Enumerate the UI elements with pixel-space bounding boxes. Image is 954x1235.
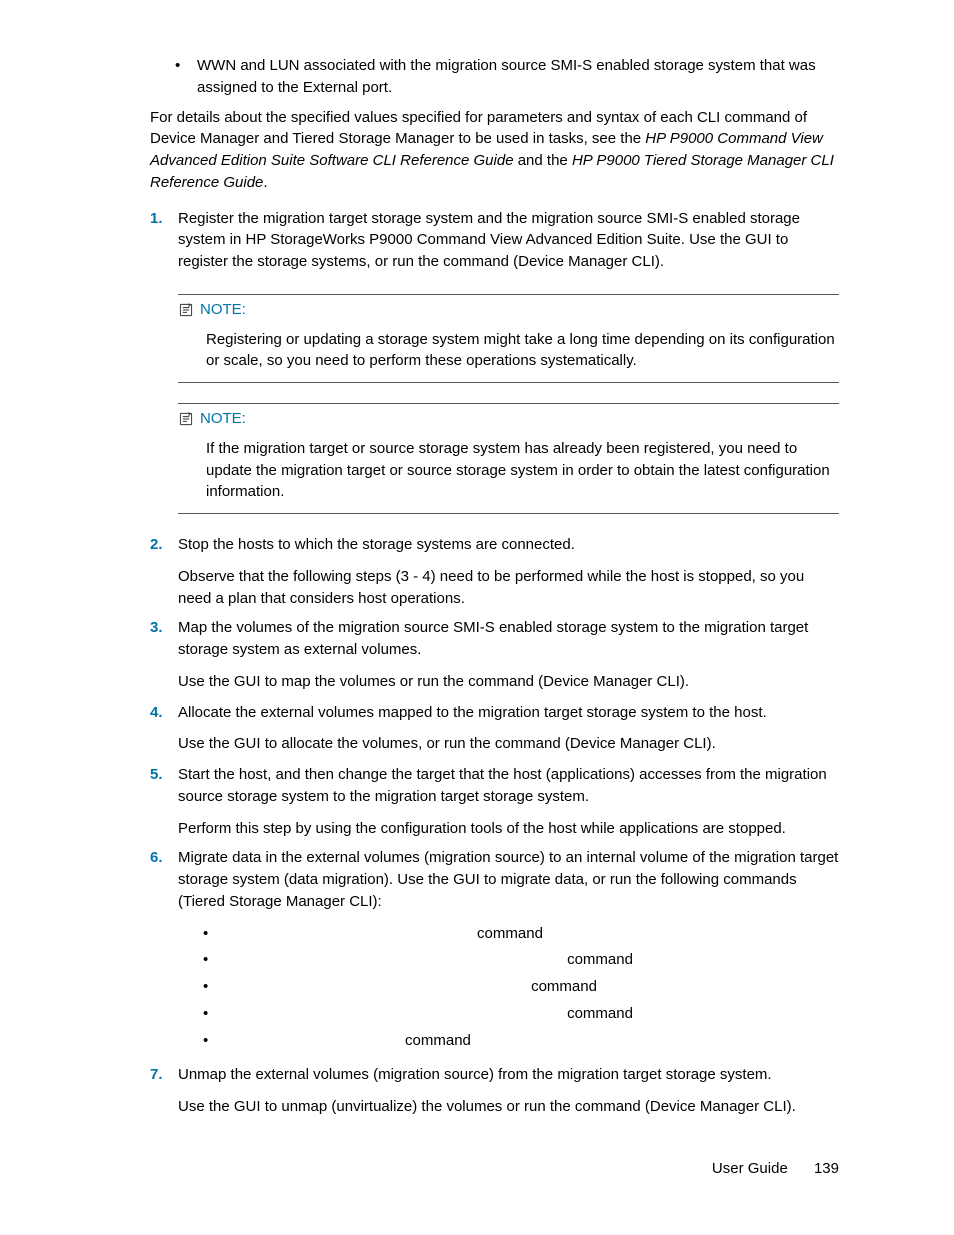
step-5: 5. Start the host, and then change the t… — [150, 764, 839, 839]
page-number: 139 — [814, 1160, 839, 1177]
note-rule-bottom — [178, 382, 839, 383]
bullet-dot: • — [203, 949, 225, 971]
note1-body: Registering or updating a storage system… — [206, 329, 839, 373]
cmd-pad — [225, 1004, 567, 1026]
step-2: 2. Stop the hosts to which the storage s… — [150, 534, 839, 609]
step1-suffix: command (Device Manager CLI). — [443, 253, 664, 270]
step2b: Observe that the following steps (3 - 4)… — [178, 566, 839, 610]
cmd-suffix: command — [531, 976, 597, 998]
step-number: 1. — [150, 208, 178, 230]
step-number: 2. — [150, 534, 178, 556]
step-number: 3. — [150, 617, 178, 639]
step7b-post: command (Device Manager CLI). — [575, 1098, 796, 1115]
step4b-pre: Use the GUI to allocate the volumes, or … — [178, 735, 495, 752]
step-1: 1. Register the migration target storage… — [150, 208, 839, 274]
step-3: 3. Map the volumes of the migration sour… — [150, 617, 839, 693]
step4b-post: command (Device Manager CLI). — [495, 735, 716, 752]
page-footer: User Guide 139 — [712, 1158, 839, 1180]
bullet-dot: • — [175, 55, 197, 77]
note2-body: If the migration target or source storag… — [206, 438, 839, 503]
cmd-pad — [225, 1031, 405, 1053]
step-number: 7. — [150, 1064, 178, 1086]
reference-paragraph: For details about the specified values s… — [150, 107, 839, 194]
step5a: Start the host, and then change the targ… — [178, 764, 839, 808]
step7a: Unmap the external volumes (migration so… — [178, 1064, 839, 1086]
step-number: 5. — [150, 764, 178, 786]
note-label: NOTE: — [200, 299, 246, 321]
footer-label: User Guide — [712, 1160, 788, 1177]
para-end: . — [263, 174, 267, 191]
bullet-dot: • — [203, 1030, 225, 1052]
para-mid: and the — [514, 152, 572, 169]
cmd-pad — [225, 977, 531, 999]
step2a: Stop the hosts to which the storage syst… — [178, 534, 839, 556]
bullet-dot: • — [203, 976, 225, 998]
step3b-pre: Use the GUI to map the volumes or run th… — [178, 673, 468, 690]
step-6: 6. Migrate data in the external volumes … — [150, 847, 839, 1056]
note-icon — [178, 302, 194, 318]
note-icon — [178, 411, 194, 427]
cmd-suffix: command — [567, 1003, 633, 1025]
intro-bullet-text: WWN and LUN associated with the migratio… — [197, 55, 839, 99]
step6-command-list: • command • command • command • command — [203, 923, 839, 1053]
intro-bullet-item: • WWN and LUN associated with the migrat… — [175, 55, 839, 99]
step-number: 6. — [150, 847, 178, 869]
cmd-suffix: command — [477, 923, 543, 945]
step3a: Map the volumes of the migration source … — [178, 617, 839, 661]
cmd-pad — [225, 950, 567, 972]
note-2: NOTE: If the migration target or source … — [178, 403, 839, 514]
step-7: 7. Unmap the external volumes (migration… — [150, 1064, 839, 1119]
cmd-suffix: command — [405, 1030, 471, 1052]
step-4: 4. Allocate the external volumes mapped … — [150, 702, 839, 757]
cmd-suffix: command — [567, 949, 633, 971]
step3b-post: command (Device Manager CLI). — [468, 673, 689, 690]
step7b-pre: Use the GUI to unmap (unvirtualize) the … — [178, 1098, 575, 1115]
step6a: Migrate data in the external volumes (mi… — [178, 847, 839, 912]
step4a: Allocate the external volumes mapped to … — [178, 702, 839, 724]
step-number: 4. — [150, 702, 178, 724]
step5b: Perform this step by using the configura… — [178, 818, 839, 840]
note-rule-bottom — [178, 513, 839, 514]
bullet-dot: • — [203, 1003, 225, 1025]
note-label: NOTE: — [200, 408, 246, 430]
note-1: NOTE: Registering or updating a storage … — [178, 294, 839, 383]
cmd-pad — [225, 924, 477, 946]
bullet-dot: • — [203, 923, 225, 945]
